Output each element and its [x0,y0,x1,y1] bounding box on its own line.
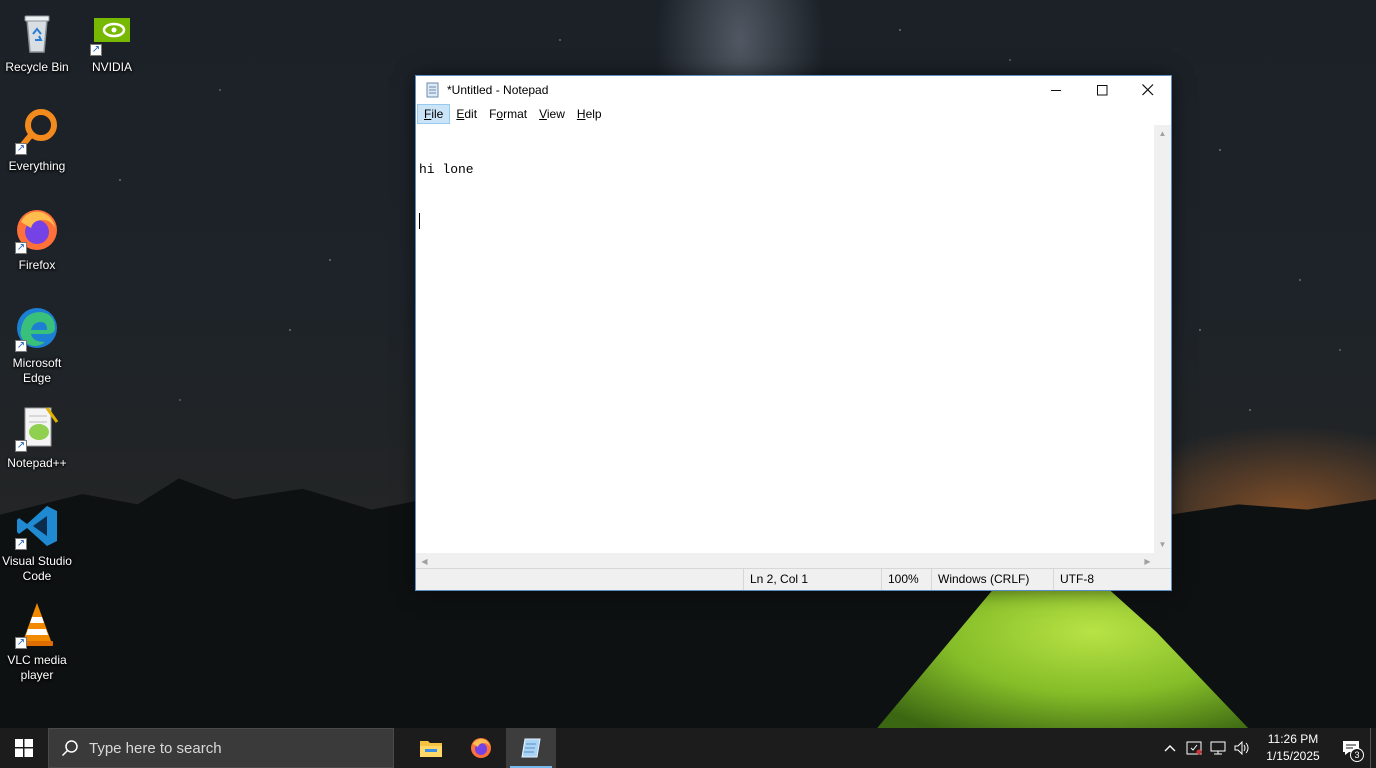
menu-file[interactable]: File [417,104,451,124]
file-explorer-icon [420,741,442,757]
status-zoom: 100% [881,569,931,590]
clock-time: 11:26 PM [1267,732,1319,746]
notepad-titlebar[interactable]: *Untitled - Notepad [416,76,1171,104]
close-button[interactable] [1125,76,1171,104]
notification-count-badge: 3 [1350,748,1364,762]
menu-format[interactable]: Format [483,104,533,124]
desktop-icon-everything[interactable]: ↗ Everything [0,107,74,174]
shortcut-arrow-icon: ↗ [15,637,27,649]
menu-label: iew [546,107,565,121]
security-icon[interactable] [1182,728,1206,768]
system-tray: 11:26 PM 1/15/2025 3 [1158,728,1376,768]
menu-label: dit [464,107,478,121]
taskbar-notepad[interactable] [506,728,556,768]
maximize-button[interactable] [1079,76,1125,104]
status-encoding: UTF-8 [1053,569,1153,590]
menu-view[interactable]: View [533,104,571,124]
show-desktop-button[interactable] [1370,728,1376,768]
firefox-icon [471,738,491,758]
shortcut-arrow-icon: ↗ [15,340,27,352]
minimize-icon [1050,89,1061,91]
desktop-icon-vscode[interactable]: ↗ Visual Studio Code [0,502,74,584]
menu-mnemonic: H [576,107,586,121]
search-input[interactable] [89,739,369,757]
notepad-plus-plus-icon: ↗ [13,404,61,452]
everything-search-icon: ↗ [13,107,61,155]
nvidia-icon: ↗ [88,8,136,56]
close-icon [1142,84,1154,96]
shortcut-arrow-icon: ↗ [15,538,27,550]
desktop-icon-notepad-plus-plus[interactable]: ↗ Notepad++ [0,404,74,471]
shortcut-arrow-icon: ↗ [90,44,102,56]
taskbar-firefox[interactable] [456,728,506,768]
maximize-icon [1096,84,1107,95]
desktop-icon-recycle-bin[interactable]: Recycle Bin [0,8,74,75]
desktop-icon-label: Firefox [18,258,56,272]
desktop-icon-label: Microsoft Edge [12,356,62,385]
taskbar-search[interactable] [48,728,394,768]
start-button[interactable] [0,728,48,768]
notepad-icon [521,738,541,758]
desktop-icon-edge[interactable]: ↗ Microsoft Edge [0,304,74,386]
desktop-icon-nvidia[interactable]: ↗ NVIDIA [75,8,149,75]
chevron-up-icon[interactable] [1158,728,1182,768]
scroll-down-icon[interactable]: ▼ [1154,536,1171,553]
text-caret [419,213,420,229]
minimize-button[interactable] [1033,76,1079,104]
scroll-up-icon[interactable]: ▲ [1154,125,1171,142]
desktop-icon-label: Recycle Bin [5,60,69,74]
text-editor-area[interactable]: hi lone [416,125,1156,553]
search-icon [61,740,78,757]
menu-label: ile [431,107,444,121]
edge-icon: ↗ [13,304,61,352]
network-icon[interactable] [1206,728,1230,768]
desktop-icon-label: Visual Studio Code [2,554,72,583]
volume-icon[interactable] [1230,728,1254,768]
recycle-bin-icon [13,8,61,56]
desktop-icon-label: NVIDIA [91,60,132,74]
desktop-icon-firefox[interactable]: ↗ Firefox [0,206,74,273]
notification-center-button[interactable]: 3 [1332,728,1370,768]
window-title: *Untitled - Notepad [447,83,549,97]
firefox-icon: ↗ [13,206,61,254]
clock-date: 1/15/2025 [1266,749,1320,763]
vertical-scrollbar[interactable]: ▲ ▼ [1154,125,1171,553]
notepad-icon [426,82,439,98]
menu-bar: File Edit Format View Help [416,104,1171,124]
status-bar: Ln 2, Col 1 100% Windows (CRLF) UTF-8 [416,568,1171,590]
status-cursor-position: Ln 2, Col 1 [743,569,879,590]
menu-edit[interactable]: Edit [450,104,483,124]
taskbar-file-explorer[interactable] [406,728,456,768]
shortcut-arrow-icon: ↗ [15,242,27,254]
vlc-icon: ↗ [13,601,61,649]
taskbar: 11:26 PM 1/15/2025 3 [0,728,1376,768]
menu-mnemonic: V [539,107,547,121]
vscode-icon: ↗ [13,502,61,550]
editor-line: hi lone [419,162,474,177]
windows-logo-icon [15,739,33,757]
desktop-icon-label: Notepad++ [7,456,67,470]
desktop-icon-vlc[interactable]: ↗ VLC media player [0,601,74,683]
menu-label: elp [585,107,602,121]
desktop-icon-label: VLC media player [7,653,67,682]
shortcut-arrow-icon: ↗ [15,440,27,452]
shortcut-arrow-icon: ↗ [15,143,27,155]
notepad-window[interactable]: *Untitled - Notepad File Edit Format Vie… [415,75,1172,591]
menu-label: rmat [503,107,528,121]
status-line-ending: Windows (CRLF) [931,569,1051,590]
menu-help[interactable]: Help [571,104,608,124]
taskbar-clock[interactable]: 11:26 PM 1/15/2025 [1260,731,1326,765]
desktop-icon-label: Everything [8,159,66,173]
